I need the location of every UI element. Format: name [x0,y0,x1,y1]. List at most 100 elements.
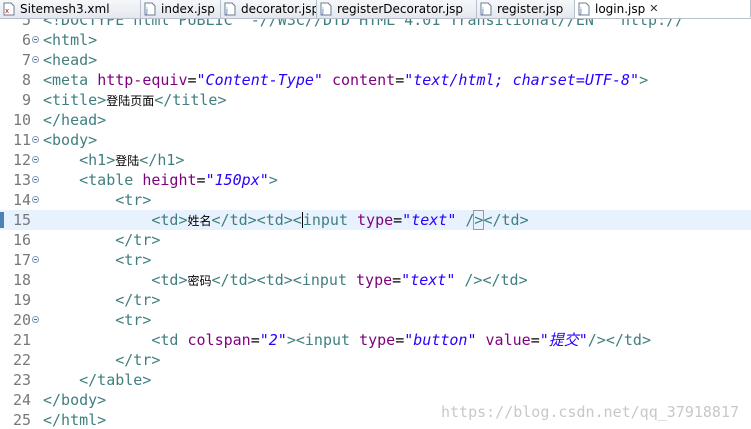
code-token: value [485,331,531,349]
line-number: 22 [12,351,31,369]
code-text: <table height="150px"> [43,170,278,190]
code-line[interactable]: 18 <td>密码</td><td><input type="text" /><… [0,270,751,290]
code-token: 密码 [187,274,212,288]
code-line[interactable]: 8 <meta http-equiv="Content-Type" content… [0,70,751,90]
code-token: <td> [43,271,188,289]
code-line[interactable]: 22 </tr> [0,350,751,370]
code-token: = [395,331,405,349]
fold-toggle-icon[interactable] [32,316,39,323]
tab-sitemesh3-xml[interactable]: x Sitemesh3.xml [0,0,141,18]
code-text: <html> [43,30,97,50]
line-number: 10 [12,111,31,129]
code-line[interactable]: 9 <title>登陆页面</title> [0,90,751,110]
code-text: <!DOCTYPE html PUBLIC "-//W3C//DTD HTML … [43,18,684,30]
code-text: </body> [43,390,106,410]
code-token: <head> [43,51,98,69]
line-number: 9 [21,91,31,109]
code-line[interactable]: 6 <html> [0,30,751,50]
code-text: <tr> [43,310,151,330]
code-token: = [393,211,403,229]
line-number: 17 [12,251,31,269]
code-line[interactable]: 23 </table> [0,370,751,390]
code-token: <title> [43,91,107,109]
code-token: "button" [404,331,477,349]
code-line[interactable]: 11 <body> [0,130,751,150]
svg-text:x: x [5,7,9,15]
code-token: http-equiv [97,71,188,89]
code-token: "text" [401,271,456,289]
fold-toggle-icon[interactable] [32,176,39,183]
fold-toggle-icon[interactable] [32,36,39,43]
code-text: <td>密码</td><td><input type="text" /></td… [43,270,527,291]
code-line[interactable]: 12 <h1>登陆</h1> [0,150,751,170]
tab-label: register.jsp [497,2,564,16]
change-marker [0,212,4,228]
code-editor[interactable]: 5 <!DOCTYPE html PUBLIC "-//W3C//DTD HTML… [0,18,751,429]
code-token: height [142,171,197,189]
code-line[interactable]: 19 </tr> [0,290,751,310]
code-line[interactable]: 21 <td colspan="2"><input type="button" … [0,330,751,350]
code-text: <tr> [43,190,151,210]
code-token: <td [43,331,188,349]
fold-toggle-icon[interactable] [32,256,39,263]
fold-toggle-icon[interactable] [32,196,39,203]
code-token: </table> [43,371,152,389]
line-number: 20 [12,311,31,329]
line-number: 15 [12,211,31,229]
tab-decorator-jsp[interactable]: j decorator.jsp [221,0,317,18]
fold-toggle-icon[interactable] [32,156,39,163]
svg-text:j: j [145,7,148,15]
close-tab-icon[interactable]: ✕ [649,1,658,17]
code-line[interactable]: 14 <tr> [0,190,751,210]
svg-text:j: j [321,7,324,15]
tab-index-jsp[interactable]: j index.jsp [141,0,221,18]
code-token: </td> [483,211,529,229]
code-text: </tr> [43,350,160,370]
jsp-file-icon: j [224,2,236,16]
code-token: <h1> [43,151,116,169]
line-number: 13 [12,171,31,189]
code-line[interactable]: 15 <td>姓名</td><td><input type="text" /><… [0,210,751,230]
tab-label: index.jsp [161,2,215,16]
fold-toggle-icon[interactable] [32,136,39,143]
code-token: <tr> [43,311,152,329]
code-token: = [187,71,197,89]
code-text: <meta http-equiv="Content-Type" content=… [43,70,648,90]
code-text: <td>姓名</td><td><input type="text" /></td… [43,210,529,231]
code-token: = [530,331,540,349]
code-token: ><input [286,331,360,349]
jsp-file-icon: j [480,2,492,16]
code-token: colspan [187,331,251,349]
line-number: 5 [21,18,31,29]
code-token: "Content-Type" [196,71,323,89]
tab-register-jsp[interactable]: j register.jsp [477,0,575,18]
code-line[interactable]: 7 <head> [0,50,751,70]
code-text: <title>登陆页面</title> [43,90,226,111]
tab-label: registerDecorator.jsp [337,2,464,16]
tab-registerdecorator-jsp[interactable]: j registerDecorator.jsp [317,0,477,18]
code-text: <td colspan="2"><input type="button" val… [43,330,651,350]
tab-login-jsp[interactable]: j login.jsp ✕ [575,0,751,18]
code-token: 登陆页面 [106,94,155,108]
code-token: </td><td><input [211,271,357,289]
code-text: <tr> [43,250,151,270]
code-line[interactable]: 13 <table height="150px"> [0,170,751,190]
code-token: 登陆 [115,154,140,168]
line-number: 7 [21,51,31,69]
code-line[interactable]: 16 </tr> [0,230,751,250]
editor-tab-bar: x Sitemesh3.xml j index.jsp j decorator.jsp j r… [0,0,751,19]
code-token: > [639,71,649,89]
code-line[interactable]: 17 <tr> [0,250,751,270]
line-number: 23 [12,371,31,389]
code-token: = [250,331,260,349]
code-line[interactable]: 20 <tr> [0,310,751,330]
code-token: 姓名 [187,214,212,228]
code-line[interactable]: 5 <!DOCTYPE html PUBLIC "-//W3C//DTD HTML… [0,18,751,30]
code-text: <head> [43,50,97,70]
fold-toggle-icon[interactable] [32,56,39,63]
xml-file-icon: x [3,2,15,16]
code-line[interactable]: 10 </head> [0,110,751,130]
code-token: "text" [402,211,457,229]
